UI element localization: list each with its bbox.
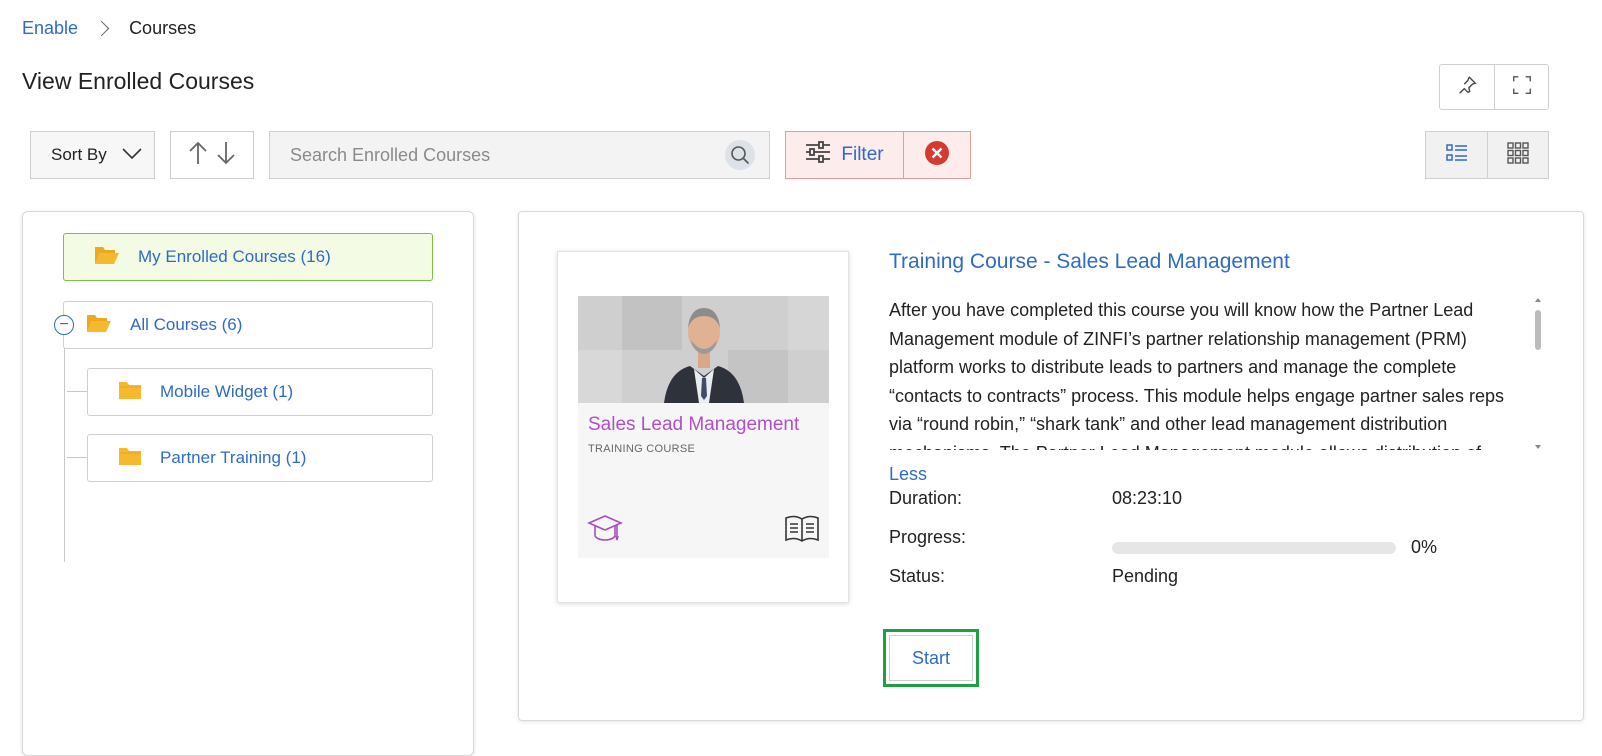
page-title: View Enrolled Courses [22, 68, 255, 94]
sort-by-dropdown[interactable]: Sort By [30, 131, 155, 179]
filter-label: Filter [841, 144, 884, 165]
grid-view-button[interactable] [1487, 132, 1548, 178]
sort-direction-button[interactable] [170, 131, 254, 179]
tree-item-label: Partner Training (1) [160, 448, 307, 467]
list-view-icon [1445, 143, 1468, 168]
tree-item-label: Mobile Widget (1) [160, 382, 294, 401]
filter-group: Filter [785, 131, 971, 179]
tree-connector [67, 457, 87, 458]
course-card[interactable]: Sales Lead Management TRAINING COURSE [557, 251, 849, 603]
folder-icon [118, 446, 142, 471]
collapse-toggle[interactable]: − [54, 315, 74, 335]
clear-filter-button[interactable] [904, 132, 970, 178]
tree-connector [64, 332, 65, 562]
view-toggle-group [1425, 131, 1549, 179]
book-icon [784, 514, 820, 549]
thumbnail-title: Sales Lead Management [588, 414, 800, 435]
sliders-icon [805, 140, 831, 170]
duration-value: 08:23:10 [1112, 488, 1183, 508]
search-input[interactable] [270, 132, 725, 178]
folder-open-icon [86, 312, 112, 339]
folder-open-icon [94, 244, 120, 271]
start-button[interactable]: Start [889, 635, 973, 681]
progress-bar [1112, 542, 1396, 554]
scrollbar-thumb[interactable] [1535, 310, 1541, 350]
status-value: Pending [1112, 566, 1179, 586]
course-photo [578, 296, 829, 403]
tree-item-partner-training[interactable]: Partner Training (1) [87, 434, 433, 482]
course-thumbnail: Sales Lead Management TRAINING COURSE [578, 296, 829, 558]
fullscreen-button[interactable] [1494, 65, 1548, 109]
filter-button[interactable]: Filter [786, 132, 904, 178]
progress-percent: 0% [1411, 537, 1438, 557]
course-detail-panel: Sales Lead Management TRAINING COURSE Tr… [518, 211, 1584, 721]
duration-label: Duration: [889, 488, 963, 508]
start-button-highlight: Start [883, 629, 979, 687]
course-title-link[interactable]: Training Course - Sales Lead Management [889, 250, 1290, 274]
tree-connector [67, 391, 87, 392]
pin-icon [1456, 74, 1478, 101]
search-icon[interactable] [725, 140, 755, 170]
chevron-right-icon [93, 20, 110, 37]
arrow-down-icon [215, 140, 237, 171]
tree-item-label: All Courses (6) [130, 315, 243, 334]
less-link[interactable]: Less [889, 464, 927, 485]
breadcrumb-enable-link[interactable]: Enable [22, 18, 78, 39]
breadcrumb: Enable Courses [22, 18, 196, 39]
tree-item-mobile-widget[interactable]: Mobile Widget (1) [87, 368, 433, 416]
minus-icon: − [59, 316, 69, 333]
pin-button[interactable] [1440, 65, 1494, 109]
category-tree-panel: My Enrolled Courses (16) All Courses (6)… [22, 211, 474, 756]
chevron-down-icon [121, 145, 143, 165]
tree-item-my-enrolled-courses[interactable]: My Enrolled Courses (16) [63, 233, 433, 281]
course-description: After you have completed this course you… [889, 300, 1504, 450]
fullscreen-icon [1511, 74, 1533, 101]
arrow-up-icon [187, 140, 209, 171]
sort-by-label: Sort By [51, 145, 107, 164]
thumbnail-subtitle: TRAINING COURSE [588, 443, 696, 455]
tree-item-label: My Enrolled Courses (16) [138, 247, 331, 266]
close-circle-icon [924, 140, 950, 171]
folder-icon [118, 380, 142, 405]
list-view-button[interactable] [1426, 132, 1487, 178]
status-label: Status: [889, 566, 946, 586]
description-scrollbar[interactable] [1533, 296, 1543, 452]
tree-item-all-courses[interactable]: All Courses (6) [63, 301, 433, 349]
progress-label: Progress: [889, 527, 967, 547]
search-box [269, 131, 770, 179]
graduation-cap-icon [587, 514, 623, 551]
breadcrumb-current: Courses [129, 18, 197, 38]
grid-view-icon [1507, 141, 1529, 169]
top-actions [1439, 64, 1549, 110]
